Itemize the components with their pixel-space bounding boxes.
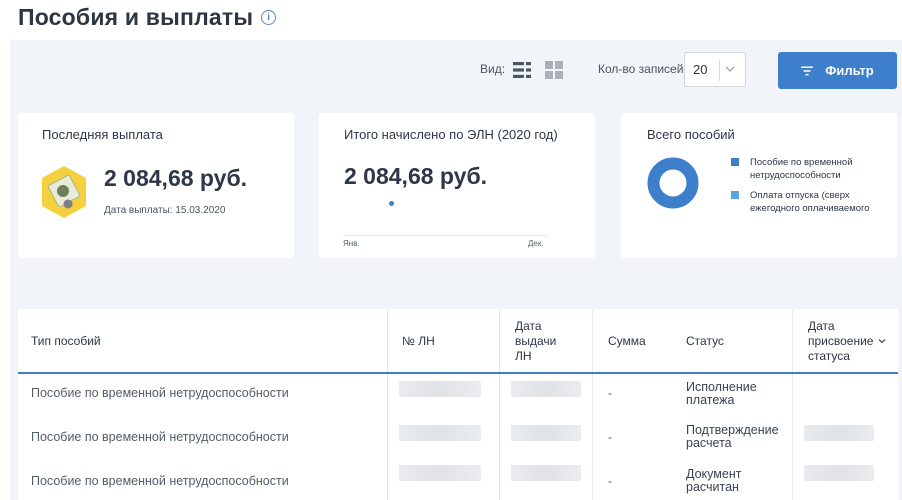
legend-item: Оплата отпуска (сверх ежегодного оплачив… (731, 189, 880, 215)
redacted-ln (399, 465, 481, 481)
list-view-icon[interactable] (513, 61, 531, 79)
chart-point (389, 201, 394, 206)
legend-swatch (731, 158, 739, 166)
benefits-table: Тип пособий № ЛН Дата выдачи ЛН Сумма Ст… (18, 309, 898, 500)
money-hexagon-icon (42, 166, 86, 218)
header-sum[interactable]: Сумма (608, 309, 668, 373)
benefits-donut-chart (647, 157, 699, 209)
header-ln-label: № ЛН (402, 333, 435, 348)
redacted-status-date (804, 465, 874, 481)
legend-item: Пособие по временной нетрудоспособности (731, 156, 880, 182)
column-divider (499, 309, 500, 500)
total-accrued-title: Итого начислено по ЭЛН (2020 год) (344, 127, 558, 142)
records-per-page-select[interactable]: 20 (684, 52, 746, 87)
cell-type: Пособие по временной нетрудоспособности (31, 430, 289, 444)
header-sum-label: Сумма (608, 333, 646, 348)
total-benefits-title: Всего пособий (647, 127, 735, 142)
cell-sum: - (608, 430, 612, 444)
select-divider (719, 59, 720, 81)
grid-view-icon[interactable] (545, 61, 563, 79)
cell-status: Документ расчитан (686, 467, 742, 494)
title-row: Пособия и выплаты i (18, 0, 277, 34)
filter-button-label: Фильтр (825, 63, 874, 78)
total-benefits-card: Всего пособий Пособие по временной нетру… (621, 113, 897, 258)
header-status-date-label: Дата присвоение статуса (808, 318, 874, 363)
cell-sum: - (608, 386, 612, 400)
axis-start-label: Янв. (343, 239, 360, 248)
axis-end-label: Дек. (528, 239, 544, 248)
header-status-date[interactable]: Дата присвоение статуса (808, 309, 894, 373)
column-divider (592, 309, 593, 500)
redacted-ln (399, 425, 481, 441)
chart-axis (343, 235, 547, 236)
redacted-issue-date (511, 425, 581, 441)
legend-label: Оплата отпуска (сверх ежегодного оплачив… (750, 190, 870, 214)
view-label: Вид: (480, 62, 506, 76)
page-title: Пособия и выплаты (18, 3, 254, 30)
column-divider (387, 309, 388, 500)
last-payment-card: Последняя выплата 2 084,68 руб. Дата вып… (18, 113, 294, 258)
header-ln[interactable]: № ЛН (402, 309, 492, 373)
redacted-status-date (804, 425, 874, 441)
column-divider (792, 309, 793, 500)
payment-date: Дата выплаты: 15.03.2020 (104, 205, 226, 216)
redacted-issue-date (511, 465, 581, 481)
info-icon[interactable]: i (261, 9, 277, 25)
chevron-down-icon (725, 66, 735, 72)
header-type-label: Тип пособий (31, 333, 101, 348)
header-type[interactable]: Тип пособий (31, 309, 371, 373)
cell-type: Пособие по временной нетрудоспособности (31, 386, 289, 400)
records-value: 20 (693, 62, 708, 77)
sort-chevron-icon (878, 339, 886, 344)
cell-status: Исполнение платежа (686, 380, 757, 407)
header-status-label: Статус (686, 333, 724, 348)
filter-icon (801, 66, 814, 75)
cell-sum: - (608, 474, 612, 488)
legend-swatch (731, 191, 739, 199)
redacted-issue-date (511, 381, 581, 397)
filter-button[interactable]: Фильтр (778, 52, 897, 89)
header-status[interactable]: Статус (686, 309, 776, 373)
header-issue-date[interactable]: Дата выдачи ЛН (515, 309, 575, 373)
total-accrued-card: Итого начислено по ЭЛН (2020 год) 2 084,… (319, 113, 595, 258)
header-issue-date-label: Дата выдачи ЛН (515, 318, 557, 363)
records-label: Кол-во записей (598, 62, 684, 76)
last-payment-amount: 2 084,68 руб. (104, 165, 248, 191)
legend-label: Пособие по временной нетрудоспособности (750, 157, 853, 181)
redacted-ln (399, 381, 481, 397)
cell-status: Подтверждение расчета (686, 423, 779, 450)
last-payment-title: Последняя выплата (42, 127, 163, 142)
header-underline (18, 372, 898, 374)
total-accrued-amount: 2 084,68 руб. (344, 163, 488, 189)
cell-type: Пособие по временной нетрудоспособности (31, 474, 289, 488)
